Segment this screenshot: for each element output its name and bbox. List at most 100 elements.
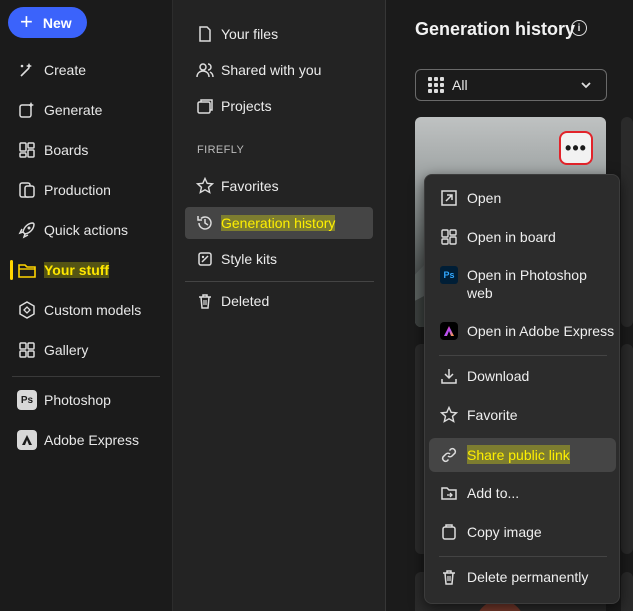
nav-item-photoshop[interactable]: Ps Photoshop: [10, 385, 111, 415]
more-options-button[interactable]: •••: [559, 131, 593, 165]
generate-icon: [16, 99, 38, 121]
nav-item-your-stuff[interactable]: Your stuff: [10, 255, 110, 285]
menu-item-copy-image[interactable]: Copy image: [429, 522, 616, 546]
nav-item-quick-actions[interactable]: Quick actions: [10, 215, 128, 245]
trash-icon: [195, 291, 215, 311]
nav-item-production[interactable]: Production: [10, 175, 111, 205]
menu-item-label: Open in Adobe Express: [467, 323, 615, 339]
menu-divider: [439, 556, 607, 557]
menu-item-label: Open in Photoshop web: [467, 267, 587, 301]
files-item-label: Generation history: [221, 215, 336, 231]
context-menu: Open Open in board Ps Open in Photoshop …: [424, 174, 620, 604]
history-icon: [195, 213, 215, 233]
menu-divider: [439, 355, 607, 356]
boards-icon: [16, 139, 38, 161]
trash-icon: [439, 567, 459, 587]
active-indicator: [10, 260, 13, 280]
board-icon: [439, 227, 459, 247]
nav-item-label: Boards: [44, 142, 89, 158]
generation-card[interactable]: [621, 572, 633, 611]
files-panel: Your files Shared with you Projects FIRE…: [172, 0, 386, 611]
generation-card[interactable]: [621, 117, 633, 327]
menu-item-delete-permanently[interactable]: Delete permanently: [429, 567, 616, 591]
adobe-express-icon: [16, 429, 38, 451]
menu-item-label: Open in board: [467, 229, 556, 245]
nav-item-boards[interactable]: Boards: [10, 135, 88, 165]
menu-item-label: Download: [467, 368, 530, 384]
nav-item-label: Gallery: [44, 342, 89, 358]
photoshop-icon: Ps: [16, 389, 38, 411]
copy-image-icon: [439, 522, 459, 542]
menu-item-favorite[interactable]: Favorite: [429, 405, 616, 429]
gallery-icon: [16, 339, 38, 361]
menu-item-label: Share public link: [467, 445, 570, 464]
left-navigation: + New Create Generate Boards Production …: [0, 0, 172, 611]
nav-item-custom-models[interactable]: Custom models: [10, 295, 141, 325]
nav-item-label: Photoshop: [44, 392, 111, 408]
filter-dropdown[interactable]: All: [415, 69, 607, 101]
new-button[interactable]: + New: [8, 7, 87, 38]
adobe-express-icon: [439, 321, 459, 341]
production-icon: [16, 179, 38, 201]
link-icon: [439, 445, 459, 465]
files-item-generation-history[interactable]: Generation history: [185, 207, 373, 239]
nav-item-label: Adobe Express: [44, 432, 139, 448]
nav-divider: [12, 376, 160, 377]
menu-item-open-in-photoshop-web[interactable]: Ps Open in Photoshop web: [429, 265, 616, 305]
files-item-label: Style kits: [221, 251, 278, 267]
nav-item-label: Your stuff: [44, 262, 110, 278]
nav-item-adobe-express[interactable]: Adobe Express: [10, 425, 139, 455]
files-item-label: Favorites: [221, 178, 279, 194]
grid-icon: [428, 77, 444, 93]
rocket-icon: [16, 219, 38, 241]
folder-icon: [16, 259, 38, 281]
photoshop-icon: Ps: [439, 265, 459, 285]
files-item-label: Projects: [221, 98, 272, 114]
page-title: Generation history: [415, 19, 576, 39]
photoshop-badge: Ps: [17, 390, 37, 410]
style-kit-icon: [195, 249, 215, 269]
nav-item-label: Custom models: [44, 302, 142, 318]
menu-item-add-to[interactable]: Add to...: [429, 483, 616, 507]
files-item-style-kits[interactable]: Style kits: [185, 243, 373, 275]
nav-item-label: Generate: [44, 102, 103, 118]
nav-item-create[interactable]: Create: [10, 55, 86, 85]
menu-item-label: Open: [467, 190, 502, 206]
firefly-section-label: FIREFLY: [197, 144, 245, 156]
people-icon: [195, 60, 215, 80]
menu-item-download[interactable]: Download: [429, 366, 616, 390]
nav-item-generate[interactable]: Generate: [10, 95, 102, 125]
create-icon: [16, 59, 38, 81]
nav-item-label: Production: [44, 182, 111, 198]
open-external-icon: [439, 188, 459, 208]
files-item-label: Shared with you: [221, 62, 322, 78]
projects-icon: [195, 96, 215, 116]
menu-item-label: Copy image: [467, 524, 542, 540]
files-item-deleted[interactable]: Deleted: [185, 285, 373, 317]
files-panel-divider: [185, 281, 374, 282]
new-button-label: New: [42, 14, 72, 31]
filter-value: All: [452, 77, 468, 93]
generation-card[interactable]: [621, 344, 633, 554]
files-item-projects[interactable]: Projects: [185, 90, 373, 122]
nav-item-label: Create: [44, 62, 87, 78]
info-icon[interactable]: i: [571, 20, 587, 36]
menu-item-open[interactable]: Open: [429, 188, 616, 212]
menu-item-share-public-link[interactable]: Share public link: [429, 438, 616, 472]
download-icon: [439, 366, 459, 386]
files-item-label: Deleted: [221, 293, 270, 309]
menu-item-open-in-board[interactable]: Open in board: [429, 227, 616, 251]
menu-item-label: Delete permanently: [467, 569, 589, 585]
plus-icon: +: [20, 8, 33, 34]
star-icon: [195, 176, 215, 196]
files-item-favorites[interactable]: Favorites: [185, 170, 373, 202]
menu-item-label: Add to...: [467, 485, 520, 501]
menu-item-open-in-adobe-express[interactable]: Open in Adobe Express: [429, 321, 616, 345]
more-icon: •••: [565, 137, 587, 158]
add-to-folder-icon: [439, 483, 459, 503]
files-item-shared-with-you[interactable]: Shared with you: [185, 54, 373, 86]
chevron-down-icon: [578, 77, 594, 93]
files-item-your-files[interactable]: Your files: [185, 18, 373, 50]
custom-models-icon: [16, 299, 38, 321]
nav-item-gallery[interactable]: Gallery: [10, 335, 88, 365]
